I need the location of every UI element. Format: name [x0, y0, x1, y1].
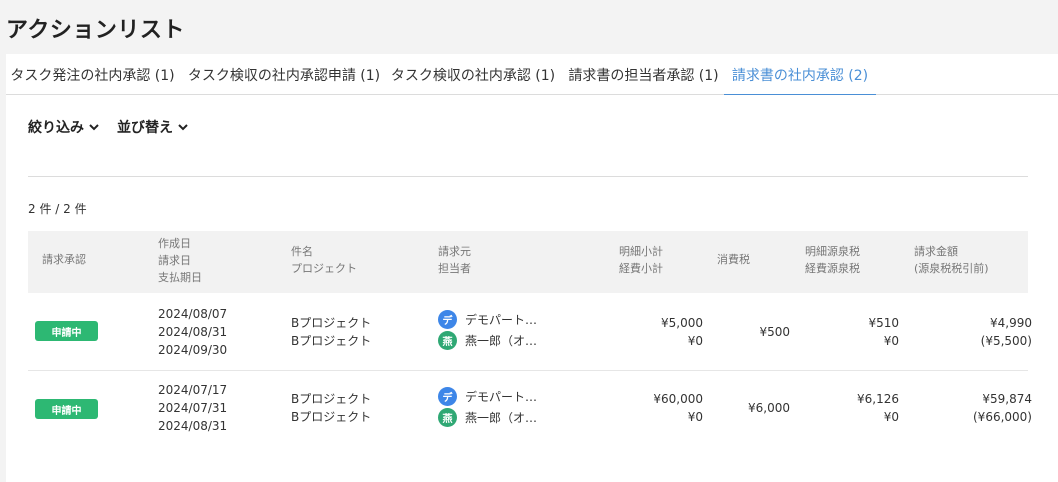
expense-withholding: ¥0 [883, 334, 899, 348]
vendor-name: デモパート… [465, 389, 538, 404]
avatar: 燕 [438, 330, 457, 350]
billed-date: 2024/08/31 [158, 325, 228, 339]
header-dates: 作成日 請求日 支払期日 [158, 235, 202, 286]
status-badge: 申請中 [35, 399, 98, 419]
billed-date: 2024/07/31 [158, 401, 228, 415]
item-withholding: ¥510 [868, 316, 899, 330]
avatar: デ [438, 309, 457, 329]
amount-cell: ¥59,874 (¥66,000) [908, 390, 1032, 426]
tab-label: 請求書の担当者承認 (1) [568, 67, 719, 84]
avatar: 燕 [438, 407, 457, 427]
item-withholding: ¥6,126 [857, 392, 899, 406]
person: 燕 燕一郎（オ… [438, 330, 537, 350]
header-created: 作成日 [158, 237, 191, 250]
tax-cell: ¥6,000 [748, 401, 790, 415]
item-subtotal: ¥5,000 [661, 316, 703, 330]
tab-invoice-manager-approval[interactable]: 請求書の担当者承認 (1) [564, 54, 723, 95]
chevron-down-icon [178, 124, 188, 131]
divider [28, 176, 1028, 177]
created-date: 2024/07/17 [158, 383, 228, 397]
subject-cell: Bプロジェクト Bプロジェクト [291, 314, 371, 350]
created-date: 2024/08/07 [158, 307, 228, 321]
person-name: 燕一郎（オ… [465, 333, 538, 348]
header-item-withholding: 明細源泉税 [805, 245, 860, 258]
expense-subtotal: ¥0 [687, 410, 703, 424]
filter-label: 絞り込み [28, 120, 84, 136]
header-tax: 消費税 [717, 253, 750, 266]
main-content: 絞り込み 並び替え 2 件 / 2 件 請求承認 作成日 請求日 支払期日 件名… [6, 95, 1058, 482]
person-name: 燕一郎（オ… [465, 410, 538, 425]
header-project: プロジェクト [291, 262, 357, 275]
header-expense-subtotal: 経費小計 [619, 262, 663, 275]
tax-cell: ¥500 [759, 325, 790, 339]
header-due: 支払期日 [158, 271, 202, 284]
withholding-cell: ¥6,126 ¥0 [818, 390, 899, 426]
subject-name: Bプロジェクト [291, 316, 372, 330]
header-subtotal: 明細小計 経費小計 [619, 243, 663, 277]
expense-withholding: ¥0 [883, 410, 899, 424]
table-header: 請求承認 作成日 請求日 支払期日 件名 プロジェクト 請求元 担当者 明細小計… [28, 231, 1028, 293]
chevron-down-icon [89, 124, 99, 131]
page-title: アクションリスト [6, 18, 185, 43]
header-withholding: 明細源泉税 経費源泉税 [805, 243, 860, 277]
amount-before: (¥66,000) [973, 410, 1032, 424]
filter-button[interactable]: 絞り込み [28, 117, 100, 137]
sort-label: 並び替え [117, 120, 173, 136]
subtotal-cell: ¥5,000 ¥0 [628, 314, 703, 350]
tab-bar: タスク発注の社内承認 (1) タスク検収の社内承認申請 (1) タスク検収の社内… [6, 54, 1058, 96]
due-date: 2024/09/30 [158, 343, 228, 357]
tab-label: タスク検収の社内承認 (1) [390, 67, 556, 84]
tab-invoice-internal-approval[interactable]: 請求書の社内承認 (2) [724, 54, 876, 96]
sort-button[interactable]: 並び替え [117, 117, 189, 137]
header-person: 担当者 [438, 262, 471, 275]
avatar: デ [438, 386, 457, 406]
status-badge: 申請中 [35, 321, 98, 341]
subtotal-cell: ¥60,000 ¥0 [628, 390, 703, 426]
header-billing: 請求元 担当者 [438, 243, 471, 277]
person: 燕 燕一郎（オ… [438, 407, 537, 427]
item-subtotal: ¥60,000 [653, 392, 703, 406]
tab-task-inspection-approval[interactable]: タスク検収の社内承認 (1) [388, 54, 558, 95]
withholding-cell: ¥510 ¥0 [818, 314, 899, 350]
tab-task-order-approval[interactable]: タスク発注の社内承認 (1) [6, 54, 179, 95]
header-subject: 件名 プロジェクト [291, 243, 357, 277]
tab-label: タスク検収の社内承認申請 (1) [187, 67, 381, 84]
project-name: Bプロジェクト [291, 334, 372, 348]
header-vendor: 請求元 [438, 245, 471, 258]
table-row[interactable]: 申請中 2024/08/07 2024/08/31 2024/09/30 Bプロ… [28, 293, 1032, 371]
amount: ¥59,874 [982, 392, 1032, 406]
header-amount-before: (源泉税税引前) [914, 262, 989, 275]
amount-before: (¥5,500) [980, 334, 1032, 348]
dates-cell: 2024/07/17 2024/07/31 2024/08/31 [158, 381, 227, 435]
subject-cell: Bプロジェクト Bプロジェクト [291, 390, 371, 426]
amount-cell: ¥4,990 (¥5,500) [908, 314, 1032, 350]
vendor: デ デモパート… [438, 309, 537, 329]
tab-label: 請求書の社内承認 (2) [731, 67, 869, 84]
project-name: Bプロジェクト [291, 410, 372, 424]
amount: ¥4,990 [990, 316, 1032, 330]
result-count: 2 件 / 2 件 [28, 202, 87, 216]
vendor: デ デモパート… [438, 386, 537, 406]
expense-subtotal: ¥0 [687, 334, 703, 348]
header-subject-name: 件名 [291, 245, 313, 258]
tab-task-inspection-request[interactable]: タスク検収の社内承認申請 (1) [186, 54, 382, 95]
subject-name: Bプロジェクト [291, 392, 372, 406]
header-billed: 請求日 [158, 254, 191, 267]
header-item-subtotal: 明細小計 [619, 245, 663, 258]
header-amount: 請求金額 (源泉税税引前) [914, 243, 989, 277]
tab-label: タスク発注の社内承認 (1) [10, 67, 175, 84]
due-date: 2024/08/31 [158, 419, 228, 433]
header-expense-withholding: 経費源泉税 [805, 262, 860, 275]
dates-cell: 2024/08/07 2024/08/31 2024/09/30 [158, 305, 227, 359]
header-amount-label: 請求金額 [914, 245, 958, 258]
header-approval: 請求承認 [42, 253, 86, 266]
vendor-name: デモパート… [465, 312, 538, 327]
table-row[interactable]: 申請中 2024/07/17 2024/07/31 2024/08/31 Bプロ… [28, 371, 1032, 449]
